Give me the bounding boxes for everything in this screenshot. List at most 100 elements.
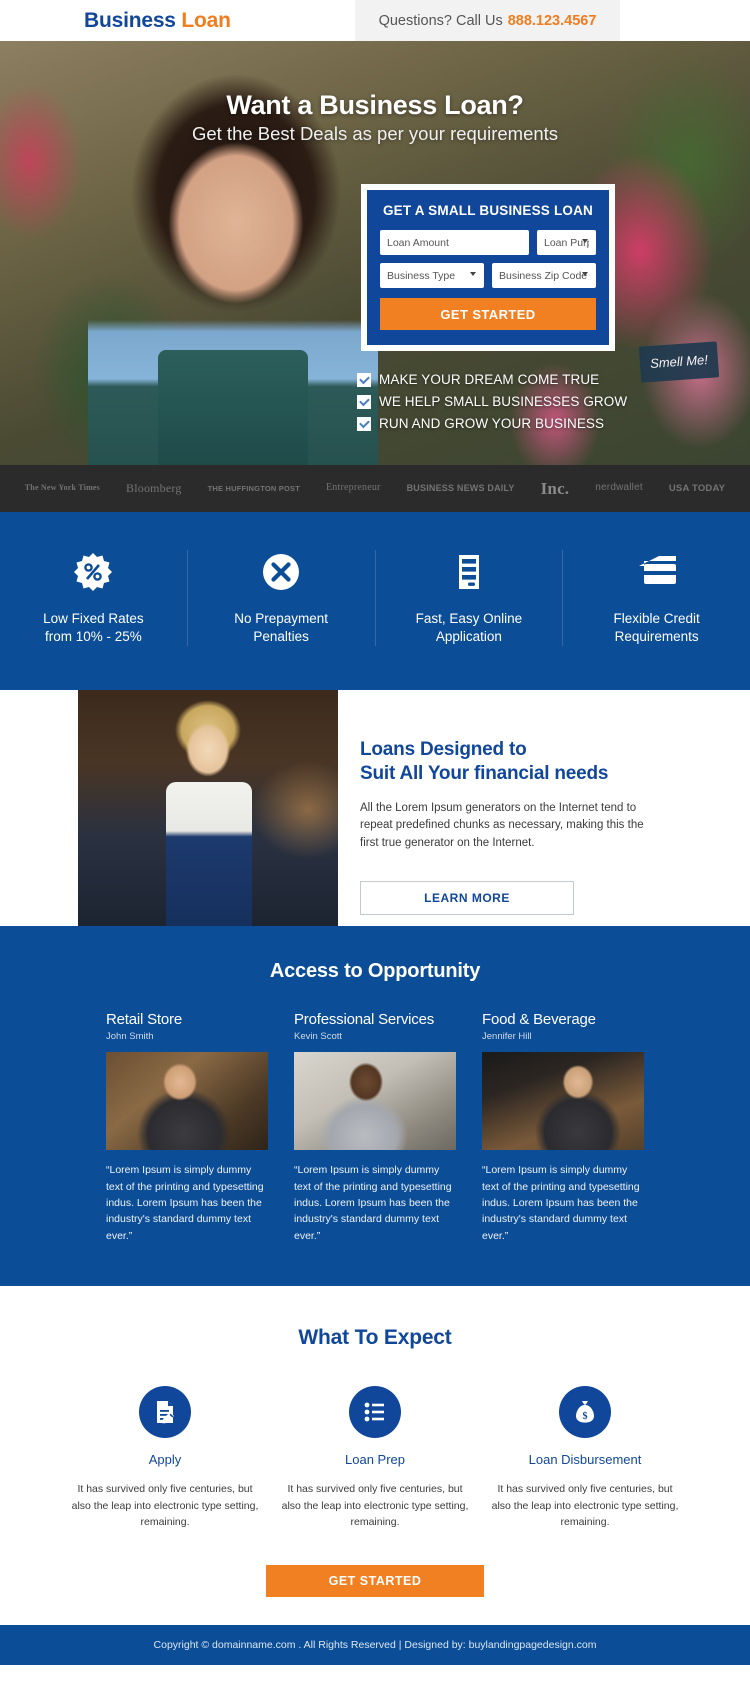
benefit-label-line1: Flexible Credit [613, 611, 700, 626]
benefit-label-line1: Low Fixed Rates [43, 611, 144, 626]
expect-step-name: Loan Prep [345, 1451, 405, 1467]
phone-number[interactable]: 888.123.4567 [508, 13, 597, 29]
checklist-icon [349, 1385, 401, 1438]
loan-purpose-select[interactable] [537, 230, 596, 255]
opportunity-quote: “Lorem Ipsum is simply dummy text of the… [482, 1164, 640, 1242]
get-started-button[interactable]: GET STARTED [380, 298, 596, 330]
benefit-label: Flexible Credit Requirements [575, 610, 738, 646]
money-bag-icon: $ [559, 1385, 611, 1438]
opportunity-person-name: Jennifer Hill [482, 1031, 532, 1043]
form-title: GET A SMALL BUSINESS LOAN [382, 203, 593, 218]
heading-line-2: Suit All Your financial needs [360, 762, 609, 784]
opportunity-quote: “Lorem Ipsum is simply dummy text of the… [106, 1164, 264, 1242]
hero-bullet-label: MAKE YOUR DREAM COME TRUE [379, 372, 600, 387]
server-icon [388, 550, 551, 594]
press-logo-inc: Inc. [540, 478, 570, 498]
site-logo[interactable]: Business Loan [84, 9, 231, 33]
opportunity-title: Access to Opportunity [269, 960, 481, 983]
x-circle-icon [200, 550, 363, 594]
expect-step-loan-prep: Loan Prep It has survived only five cent… [270, 1385, 480, 1531]
benefit-label-line1: Fast, Easy Online [415, 611, 523, 626]
opportunity-photo [106, 1052, 268, 1151]
press-logo-nytimes: The New York Times [24, 483, 100, 493]
opportunity-quote: “Lorem Ipsum is simply dummy text of the… [294, 1164, 452, 1242]
hero-bullet-list: MAKE YOUR DREAM COME TRUE WE HELP SMALL … [357, 372, 627, 438]
heading-line-1: Loans Designed to [360, 739, 527, 761]
press-logo-bloomberg: Bloomberg [126, 481, 182, 496]
opportunity-person-name: Kevin Scott [294, 1031, 343, 1043]
hero-bullet-label: WE HELP SMALL BUSINESSES GROW [379, 394, 628, 409]
loan-amount-input[interactable] [380, 230, 529, 255]
what-to-expect-section: What To Expect Apply It has survived onl [0, 1285, 750, 1626]
expect-step-loan-disbursement: $ Loan Disbursement It has survived only… [480, 1385, 690, 1531]
benefit-label-line2: Requirements [614, 629, 699, 645]
svg-text:$: $ [583, 1411, 588, 1422]
hero-bullet-item: WE HELP SMALL BUSINESSES GROW [357, 394, 627, 409]
call-us-label: Questions? Call Us [378, 12, 503, 29]
credit-card-icon [575, 550, 738, 594]
opportunity-category: Professional Services [294, 1011, 435, 1029]
hero-section: Smell Me! Want a Business Loan? Get the … [0, 41, 750, 465]
benefits-band: Low Fixed Rates from 10% - 25% No Prepay… [0, 512, 750, 691]
benefit-label-line2: Penalties [253, 629, 309, 645]
what-to-expect-title: What To Expect [298, 1325, 452, 1349]
business-zip-input[interactable] [492, 263, 596, 288]
call-us-box[interactable]: Questions? Call Us 888.123.4567 [355, 0, 620, 41]
what-to-expect-grid: Apply It has survived only five centurie… [0, 1385, 750, 1531]
benefit-label: Low Fixed Rates from 10% - 25% [12, 610, 175, 646]
opportunity-card: Retail Store John Smith “Lorem Ipsum is … [106, 1011, 268, 1243]
check-icon [357, 372, 371, 387]
learn-more-button[interactable]: LEARN MORE [360, 880, 574, 915]
opportunity-section: Access to Opportunity Retail Store John … [0, 926, 750, 1286]
lead-form-frame: GET A SMALL BUSINESS LOAN Loan Amount Lo… [361, 184, 615, 351]
bottom-get-started-button[interactable]: GET STARTED [266, 1565, 484, 1598]
expect-step-text: It has survived only five centuries, but… [491, 1482, 679, 1529]
opportunity-card: Food & Beverage Jennifer Hill “Lorem Ips… [482, 1011, 644, 1243]
press-logo-huffington-post: THE HUFFINGTON POST [207, 483, 300, 493]
document-edit-icon [139, 1385, 191, 1438]
benefit-item-flexible-credit: Flexible Credit Requirements [563, 550, 750, 646]
expect-step-name: Loan Disbursement [528, 1451, 642, 1467]
logo-secondary-text: Loan [181, 8, 231, 32]
loans-designed-paragraph: All the Lorem Ipsum generators on the In… [360, 801, 644, 850]
press-logo-entrepreneur: Entrepreneur [326, 482, 381, 494]
hero-bullet-item: RUN AND GROW YOUR BUSINESS [357, 416, 627, 431]
benefit-item-no-prepayment: No Prepayment Penalties [188, 550, 376, 647]
opportunity-photo [294, 1052, 456, 1151]
flower-shop-sign: Smell Me! [638, 341, 720, 383]
benefit-item-fast-easy-online: Fast, Easy Online Application [376, 550, 564, 647]
opportunity-category: Food & Beverage [482, 1011, 596, 1029]
expect-step-apply: Apply It has survived only five centurie… [60, 1385, 270, 1531]
top-header-bar: Business Loan Questions? Call Us 888.123… [0, 0, 750, 41]
business-type-select[interactable] [380, 263, 484, 288]
percent-badge-icon [12, 550, 175, 594]
hero-subtitle: Get the Best Deals as per your requireme… [191, 123, 559, 144]
business-type-select-wrap [380, 263, 484, 288]
hero-bullet-item: MAKE YOUR DREAM COME TRUE [357, 372, 627, 387]
hero-title: Want a Business Loan? [226, 90, 524, 120]
benefit-label-line1: No Prepayment [234, 611, 329, 626]
loans-designed-photo [78, 690, 338, 927]
benefit-label: Fast, Easy Online Application [388, 610, 551, 646]
footer-bar: Copyright © domainname.com . All Rights … [0, 1625, 750, 1666]
loans-designed-section: Loans Designed to Suit All Your financia… [0, 690, 750, 927]
expect-step-text: It has survived only five centuries, but… [281, 1482, 469, 1529]
benefit-label: No Prepayment Penalties [200, 610, 363, 646]
press-logo-nerdwallet: nerdwallet [595, 482, 643, 494]
logo-primary-text: Business [84, 8, 176, 32]
benefit-label-line2: Application [435, 629, 502, 645]
benefit-label-line2: from 10% - 25% [44, 629, 142, 645]
check-icon [357, 394, 371, 409]
hero-bullet-label: RUN AND GROW YOUR BUSINESS [379, 416, 605, 431]
press-logo-business-news-daily: BUSINESS NEWS DAILY [406, 482, 515, 493]
opportunity-photo [482, 1052, 644, 1151]
loans-designed-heading: Loans Designed to Suit All Your financia… [360, 738, 660, 785]
opportunity-card-grid: Retail Store John Smith “Lorem Ipsum is … [0, 1011, 750, 1243]
form-row-1 [380, 230, 596, 255]
opportunity-person-name: John Smith [106, 1031, 154, 1043]
loans-designed-content: Loans Designed to Suit All Your financia… [360, 738, 660, 915]
loan-purpose-select-wrap [537, 230, 596, 255]
form-row-2 [380, 263, 596, 288]
lead-form: GET A SMALL BUSINESS LOAN Loan Amount Lo… [367, 190, 609, 345]
business-zip-select-wrap [492, 263, 596, 288]
